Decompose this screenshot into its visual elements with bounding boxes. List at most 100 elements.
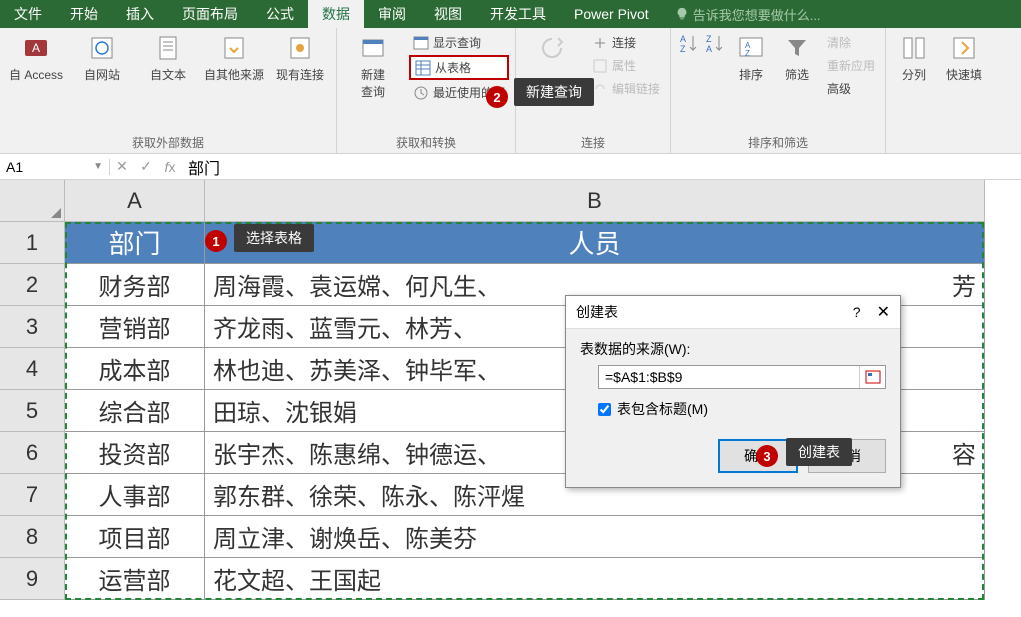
group-label-external: 获取外部数据: [6, 134, 330, 153]
name-box[interactable]: A1 ▼: [0, 159, 110, 175]
svg-text:Z: Z: [706, 34, 712, 44]
tab-view[interactable]: 视图: [420, 0, 476, 28]
tab-review[interactable]: 审阅: [364, 0, 420, 28]
from-table-button[interactable]: 从表格: [409, 55, 509, 80]
col-header-B[interactable]: B: [205, 180, 985, 222]
cell[interactable]: 财务部: [65, 264, 205, 306]
flash-icon: [948, 32, 980, 64]
group-label-get: 获取和转换: [343, 134, 509, 153]
recent-icon: [413, 85, 429, 101]
tell-me-label: 告诉我您想要做什么...: [693, 5, 821, 24]
select-all-corner[interactable]: [0, 180, 65, 222]
tab-powerpivot[interactable]: Power Pivot: [560, 0, 663, 28]
row-header[interactable]: 5: [0, 390, 65, 432]
dialog-title: 创建表: [576, 302, 618, 322]
show-queries-button[interactable]: 显示查询: [409, 32, 509, 53]
sort-button[interactable]: AZ 排序: [731, 32, 771, 83]
from-table-icon: [415, 60, 431, 76]
reapply-button: 重新应用: [823, 55, 879, 76]
fx-icon[interactable]: fx: [158, 159, 182, 175]
col-header-A[interactable]: A: [65, 180, 205, 222]
cell[interactable]: 运营部: [65, 558, 205, 600]
worksheet: A B 1 部门 人员 2财务部周海霞、袁运嫦、何凡生、芳 3营销部齐龙雨、蓝雪…: [0, 180, 1021, 600]
row-header[interactable]: 8: [0, 516, 65, 558]
tell-me-search[interactable]: 告诉我您想要做什么...: [663, 5, 821, 24]
show-queries-icon: [413, 35, 429, 51]
confirm-formula-icon[interactable]: ✓: [134, 158, 158, 175]
formula-bar: A1 ▼ ✕ ✓ fx 部门: [0, 154, 1021, 180]
sort-asc-icon[interactable]: AZ: [677, 32, 699, 54]
annotation-badge-2: 2: [486, 86, 508, 108]
cell[interactable]: 成本部: [65, 348, 205, 390]
new-query-button[interactable]: 新建 查询: [343, 32, 403, 100]
from-text-button[interactable]: 自文本: [138, 32, 198, 83]
bulb-icon: [675, 7, 689, 21]
tab-insert[interactable]: 插入: [112, 0, 168, 28]
cell[interactable]: 投资部: [65, 432, 205, 474]
from-other-button[interactable]: 自其他来源: [204, 32, 264, 83]
tab-dev[interactable]: 开发工具: [476, 0, 560, 28]
chevron-down-icon[interactable]: ▼: [93, 161, 103, 172]
web-icon: [86, 32, 118, 64]
cell[interactable]: 周立津、谢焕岳、陈美芬: [205, 516, 985, 558]
annotation-badge-3: 3: [756, 445, 778, 467]
formula-input[interactable]: 部门: [182, 155, 1021, 179]
cell[interactable]: 花文超、王国起: [205, 558, 985, 600]
close-icon[interactable]: ✕: [877, 302, 890, 322]
row-header[interactable]: 4: [0, 348, 65, 390]
ribbon-tabbar: 文件 开始 插入 页面布局 公式 数据 审阅 视图 开发工具 Power Piv…: [0, 0, 1021, 28]
cell[interactable]: 人事部: [65, 474, 205, 516]
help-icon[interactable]: ?: [853, 304, 861, 320]
has-headers-input[interactable]: [598, 403, 611, 416]
range-selector-icon: [865, 370, 881, 384]
svg-text:A: A: [32, 41, 40, 55]
refresh-all-button[interactable]: [522, 32, 582, 64]
sort-desc-icon[interactable]: ZA: [703, 32, 725, 54]
sort-icon: AZ: [735, 32, 767, 64]
row-header[interactable]: 3: [0, 306, 65, 348]
tooltip-new-query: 新建查询: [514, 78, 594, 106]
cell[interactable]: 项目部: [65, 516, 205, 558]
group-label-sort: 排序和筛选: [677, 134, 879, 153]
svg-text:Z: Z: [745, 49, 750, 58]
dialog-source-label: 表数据的来源(W):: [580, 339, 886, 359]
tab-home[interactable]: 开始: [56, 0, 112, 28]
row-header[interactable]: 7: [0, 474, 65, 516]
from-access-button[interactable]: A 自 Access: [6, 32, 66, 83]
row-header[interactable]: 1: [0, 222, 65, 264]
row-header[interactable]: 2: [0, 264, 65, 306]
ribbon: A 自 Access 自网站 自文本 自其他来源 现有连接 获取外部数据: [0, 28, 1021, 154]
tab-formula[interactable]: 公式: [252, 0, 308, 28]
filter-button[interactable]: 筛选: [777, 32, 817, 83]
tooltip-select-table: 选择表格: [234, 224, 314, 252]
existing-conn-icon: [284, 32, 316, 64]
tab-file[interactable]: 文件: [0, 0, 56, 28]
row-header[interactable]: 6: [0, 432, 65, 474]
advanced-filter-button[interactable]: 高级: [823, 78, 879, 99]
row-header[interactable]: 9: [0, 558, 65, 600]
tab-data[interactable]: 数据: [308, 0, 364, 28]
properties-button: 属性: [588, 55, 664, 76]
tooltip-create-table: 创建表: [786, 438, 852, 466]
access-icon: A: [20, 32, 52, 64]
existing-connections-button[interactable]: 现有连接: [270, 32, 330, 83]
range-selector-button[interactable]: [859, 366, 885, 388]
new-query-icon: [357, 32, 389, 64]
connections-button[interactable]: 连接: [588, 32, 664, 53]
flash-fill-button[interactable]: 快速填: [942, 32, 986, 83]
group-external-data: A 自 Access 自网站 自文本 自其他来源 现有连接 获取外部数据: [0, 28, 337, 153]
cell[interactable]: 营销部: [65, 306, 205, 348]
has-headers-checkbox[interactable]: 表包含标题(M): [598, 399, 886, 419]
svg-text:A: A: [706, 44, 712, 54]
filter-icon: [781, 32, 813, 64]
text-to-columns-button[interactable]: 分列: [892, 32, 936, 83]
cell-header[interactable]: 人员: [205, 222, 985, 264]
from-web-button[interactable]: 自网站: [72, 32, 132, 83]
cell-header[interactable]: 部门: [65, 222, 205, 264]
range-input[interactable]: [599, 366, 859, 388]
links-icon: [592, 81, 608, 97]
cancel-formula-icon[interactable]: ✕: [110, 158, 134, 175]
cell[interactable]: 综合部: [65, 390, 205, 432]
tab-layout[interactable]: 页面布局: [168, 0, 252, 28]
refresh-icon: [536, 32, 568, 64]
